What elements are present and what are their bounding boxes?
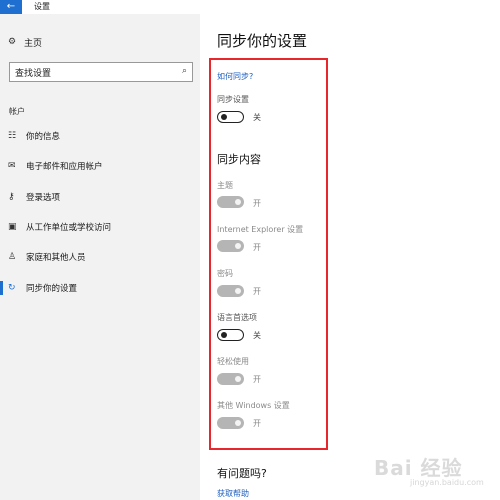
sidebar-item-your-info[interactable]: ☷ 你的信息 (8, 128, 60, 144)
ease-of-access-state: 开 (253, 375, 261, 384)
ie-settings-toggle[interactable] (217, 240, 244, 252)
sync-settings-label: 同步设置 (217, 95, 249, 104)
back-button[interactable]: ← (0, 0, 22, 14)
sidebar-item-sign-in-options[interactable]: ⚷ 登录选项 (8, 189, 60, 205)
search-icon: ⌕ (181, 66, 187, 76)
ie-settings-state: 开 (253, 243, 261, 252)
sync-content-heading: 同步内容 (217, 153, 261, 166)
sidebar: ⚙ 主页 查找设置 ⌕ 帐户 ☷ 你的信息 ✉ 电子邮件和应用帐户 ⚷ 登录选项… (0, 14, 200, 500)
main-panel: 同步你的设置 如何同步? 同步设置 关 同步内容 主题 开 Internet E… (200, 14, 500, 500)
ease-of-access-label: 轻松使用 (217, 357, 249, 366)
person-card-icon: ☷ (8, 131, 17, 141)
section-label-accounts: 帐户 (9, 107, 25, 116)
language-preferences-state: 关 (253, 331, 261, 340)
get-help-link[interactable]: 获取帮助 (217, 488, 249, 499)
page-title: 同步你的设置 (217, 32, 308, 50)
sync-settings-toggle[interactable] (217, 111, 244, 123)
other-windows-settings-state: 开 (253, 419, 261, 428)
briefcase-icon: ▣ (8, 222, 17, 232)
help-heading: 有问题吗? (217, 467, 267, 480)
passwords-state: 开 (253, 287, 261, 296)
passwords-toggle[interactable] (217, 285, 244, 297)
sidebar-item-family-others[interactable]: ♙ 家庭和其他人员 (8, 249, 86, 265)
sidebar-item-sync-settings[interactable]: ↻ 同步你的设置 (8, 280, 77, 296)
window-title: 设置 (34, 2, 50, 11)
arrow-left-icon: ← (6, 1, 16, 12)
theme-toggle[interactable] (217, 196, 244, 208)
how-to-sync-link[interactable]: 如何同步? (217, 71, 253, 82)
mail-icon: ✉ (8, 161, 16, 171)
other-windows-settings-label: 其他 Windows 设置 (217, 401, 290, 410)
nav-home-label: 主页 (24, 38, 43, 49)
ie-settings-label: Internet Explorer 设置 (217, 225, 304, 234)
sidebar-item-label: 登录选项 (26, 193, 61, 203)
sidebar-item-label: 你的信息 (26, 132, 61, 142)
language-preferences-toggle[interactable] (217, 329, 244, 341)
person-icon: ♙ (8, 252, 17, 262)
language-preferences-label: 语言首选项 (217, 313, 257, 322)
search-placeholder: 查找设置 (15, 68, 52, 79)
sync-settings-state: 关 (253, 113, 261, 122)
active-indicator (0, 281, 3, 295)
sidebar-item-label: 家庭和其他人员 (26, 253, 86, 263)
sidebar-item-label: 从工作单位或学校访问 (26, 223, 112, 233)
theme-state: 开 (253, 199, 261, 208)
key-icon: ⚷ (8, 192, 15, 202)
other-windows-settings-toggle[interactable] (217, 417, 244, 429)
title-bar: ← 设置 (0, 0, 500, 14)
sidebar-item-label: 电子邮件和应用帐户 (26, 162, 103, 172)
gear-icon: ⚙ (8, 37, 17, 47)
nav-home[interactable]: ⚙ 主页 (8, 34, 42, 50)
passwords-label: 密码 (217, 269, 233, 278)
theme-label: 主题 (217, 181, 233, 190)
ease-of-access-toggle[interactable] (217, 373, 244, 385)
watermark-logo: Bai 经验 (374, 456, 463, 480)
sidebar-item-work-school[interactable]: ▣ 从工作单位或学校访问 (8, 219, 111, 235)
watermark-url: jingyan.baidu.com (410, 478, 484, 487)
sync-icon: ↻ (8, 283, 16, 293)
sidebar-item-label: 同步你的设置 (26, 284, 78, 294)
search-input[interactable]: 查找设置 ⌕ (9, 62, 193, 82)
sidebar-item-email-accounts[interactable]: ✉ 电子邮件和应用帐户 (8, 158, 103, 174)
